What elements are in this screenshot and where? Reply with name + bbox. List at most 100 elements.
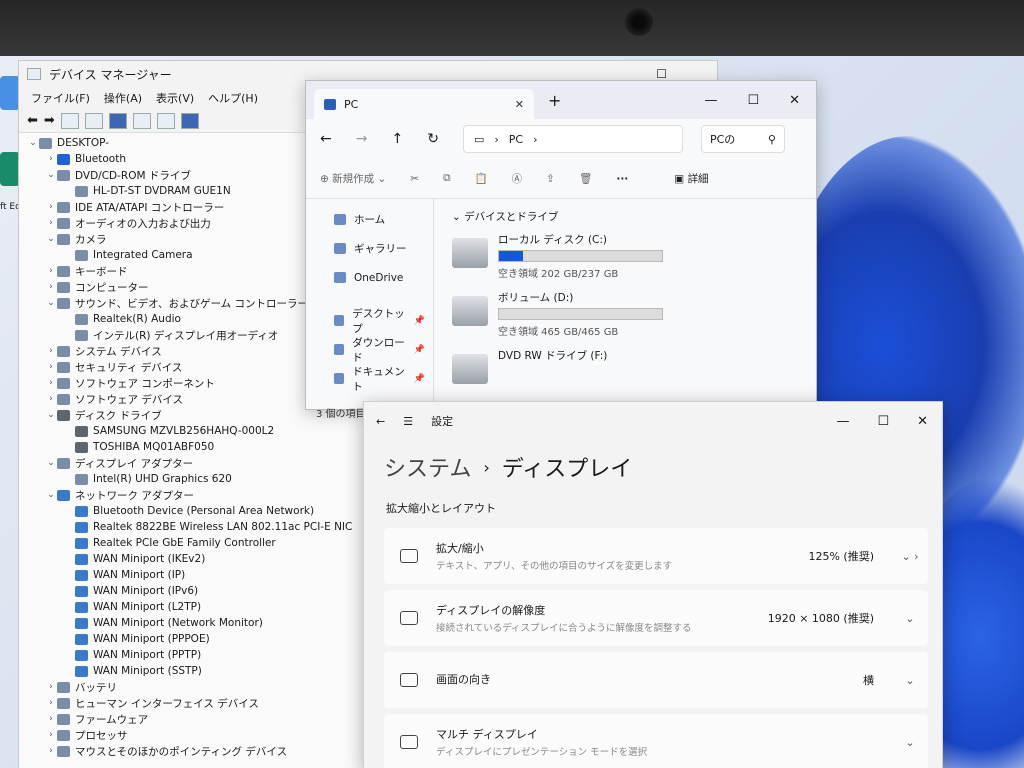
setting-card[interactable]: マルチ ディスプレイ ディスプレイにプレゼンテーション モードを選択 ⌄ — [384, 714, 928, 768]
setting-card[interactable]: 拡大/縮小 テキスト、アプリ、その他の項目のサイズを変更します 125% (推奨) ⌄… — [384, 528, 928, 584]
drive-item[interactable]: ボリューム (D:) 空き領域 465 GB/465 GB — [452, 290, 798, 338]
sidebar-item[interactable]: ドキュメント 📌 — [306, 364, 433, 393]
settings-window[interactable]: ← ☰ 設定 — ☐ ✕ システム › ディスプレイ 拡大縮小とレイアウト 拡大… — [363, 401, 943, 768]
chevron-down-icon[interactable]: ⌄ — [45, 234, 57, 244]
address-crumb[interactable]: PC — [509, 133, 523, 146]
tree-view-icon[interactable] — [84, 112, 103, 129]
chevron-down-icon[interactable]: ⌄ — [892, 612, 928, 625]
chevron-down-icon[interactable]: ⌄ — [892, 674, 928, 687]
section-header[interactable]: ⌄ デバイスとドライブ — [452, 209, 798, 224]
address-bar[interactable]: ▭ › PC › — [462, 125, 683, 153]
close-icon[interactable]: ✕ — [789, 93, 800, 108]
help-icon[interactable] — [108, 112, 127, 129]
rename-icon[interactable]: Ⓐ — [512, 171, 523, 186]
navigation-pane[interactable]: ホームギャラリー OneDrive デスクトップ 📌 ダウンロード 📌 ドキュメント 📌 — [306, 199, 434, 405]
cut-icon[interactable]: ✂ — [410, 173, 419, 185]
setting-text: 画面の向き — [436, 671, 746, 689]
sidebar-item-label: ホーム — [354, 214, 386, 226]
menu-view[interactable]: 表示(V) — [156, 90, 194, 106]
maximize-icon[interactable]: ☐ — [656, 67, 667, 81]
search-input[interactable]: PCの ⚲ — [700, 125, 785, 153]
properties-icon[interactable] — [60, 112, 79, 129]
chevron-down-icon[interactable]: ⌄ — [27, 138, 39, 148]
tree-item-label: IDE ATA/ATAPI コントローラー — [75, 201, 225, 214]
setting-card[interactable]: ディスプレイの解像度 接続されているディスプレイに合うように解像度を調整する 192… — [384, 590, 928, 646]
device-icon — [75, 649, 88, 661]
chevron-right-icon[interactable]: › — [45, 346, 57, 356]
refresh-icon[interactable]: ↻ — [427, 131, 439, 147]
chevron-right-icon[interactable]: › — [45, 362, 57, 372]
new-tab-icon[interactable]: + — [548, 91, 561, 110]
sidebar-item[interactable]: ホーム — [306, 205, 433, 234]
chevron-down-icon[interactable]: ⌄ — [45, 458, 57, 468]
chevron-right-icon[interactable]: › — [45, 378, 57, 388]
setting-value-dropdown[interactable]: 横 — [764, 672, 874, 688]
setting-value-dropdown[interactable]: 1920 × 1080 (推奨) — [764, 610, 874, 626]
back-icon[interactable]: ← — [320, 131, 332, 147]
chevron-down-icon[interactable]: ⌄ — [45, 298, 57, 308]
tree-item-label: SAMSUNG MZVLB256HAHQ-000L2 — [93, 425, 275, 437]
chevron-down-icon[interactable]: ⌄ — [45, 490, 57, 500]
new-button[interactable]: ⊕ 新規作成 ⌄ — [320, 171, 386, 186]
chevron-right-icon[interactable]: › — [45, 714, 57, 724]
chevron-right-icon[interactable]: › — [45, 682, 57, 692]
chevron-right-icon[interactable]: › — [45, 154, 57, 164]
edge-icon[interactable] — [0, 152, 20, 186]
close-tab-icon[interactable]: ✕ — [515, 98, 524, 111]
sidebar-item[interactable]: OneDrive — [306, 263, 433, 292]
chevron-right-icon[interactable]: › — [45, 266, 57, 276]
share-icon[interactable]: ⇪ — [546, 173, 555, 185]
maximize-icon[interactable]: ☐ — [747, 93, 759, 108]
copy-icon[interactable]: ⧉ — [443, 172, 451, 185]
chevron-down-icon[interactable]: ⌄ — [45, 410, 57, 420]
device-icon — [75, 521, 88, 533]
delete-icon[interactable]: 🗑 — [579, 172, 592, 185]
menu-icon[interactable]: ☰ — [403, 415, 413, 428]
menu-help[interactable]: ヘルプ(H) — [208, 90, 258, 106]
minimize-icon[interactable]: — — [836, 414, 849, 429]
up-icon[interactable]: ↑ — [391, 131, 403, 147]
update-driver-icon[interactable] — [156, 112, 175, 129]
close-icon[interactable]: ✕ — [917, 414, 928, 429]
forward-icon[interactable]: → — [356, 131, 368, 147]
setting-card[interactable]: 画面の向き 横 ⌄ — [384, 652, 928, 708]
drive-item[interactable]: ローカル ディスク (C:) 空き領域 202 GB/237 GB — [452, 232, 798, 280]
tree-item-label: ヒューマン インターフェイス デバイス — [75, 697, 259, 710]
menu-action[interactable]: 操作(A) — [104, 90, 142, 106]
chevron-right-icon[interactable]: › — [45, 730, 57, 740]
forward-icon[interactable]: ➡ — [44, 113, 55, 128]
chevron-right-icon[interactable]: › — [45, 218, 57, 228]
setting-value-dropdown[interactable]: 125% (推奨) — [764, 548, 874, 564]
sidebar-item[interactable]: デスクトップ 📌 — [306, 306, 433, 335]
back-icon[interactable]: ← — [376, 415, 385, 428]
chevron-down-icon[interactable]: ⌄ — [892, 736, 928, 749]
maximize-icon[interactable]: ☐ — [877, 414, 889, 429]
monitor-icon[interactable] — [180, 112, 199, 129]
chevron-right-icon[interactable]: › — [45, 202, 57, 212]
chevron-right-icon[interactable]: › — [45, 698, 57, 708]
scan-icon[interactable] — [132, 112, 151, 129]
tab-pc[interactable]: PC ✕ — [314, 89, 534, 119]
file-explorer-window[interactable]: PC ✕ + — ☐ ✕ ← → ↑ ↻ ▭ › PC › PCの ⚲ ⊕ 新規… — [305, 80, 817, 420]
back-icon[interactable]: ⬅ — [27, 113, 38, 128]
menu-file[interactable]: ファイル(F) — [31, 90, 90, 106]
chevron-down-icon[interactable]: ⌄ › — [892, 550, 928, 563]
chevron-down-icon[interactable]: ⌄ — [45, 170, 57, 180]
sidebar-item[interactable]: ダウンロード 📌 — [306, 335, 433, 364]
paste-icon[interactable]: 📋 — [475, 172, 488, 185]
more-icon[interactable]: ··· — [616, 173, 628, 185]
minimize-icon[interactable]: — — [704, 93, 717, 108]
setting-description: ディスプレイにプレゼンテーション モードを選択 — [436, 747, 648, 758]
details-button[interactable]: ▣ 詳細 — [674, 171, 708, 186]
chevron-right-icon[interactable]: › — [45, 746, 57, 756]
search-icon: ⚲ — [767, 132, 776, 146]
chevron-right-icon[interactable]: › — [533, 133, 537, 146]
breadcrumb-parent[interactable]: システム — [384, 451, 471, 483]
desktop-icon[interactable] — [0, 76, 20, 110]
device-icon — [57, 265, 70, 277]
setting-icon — [400, 735, 418, 749]
chevron-right-icon[interactable]: › — [45, 394, 57, 404]
sidebar-item[interactable]: ギャラリー — [306, 234, 433, 263]
chevron-right-icon[interactable]: › — [45, 282, 57, 292]
drive-item[interactable]: DVD RW ドライブ (F:) — [452, 348, 798, 384]
